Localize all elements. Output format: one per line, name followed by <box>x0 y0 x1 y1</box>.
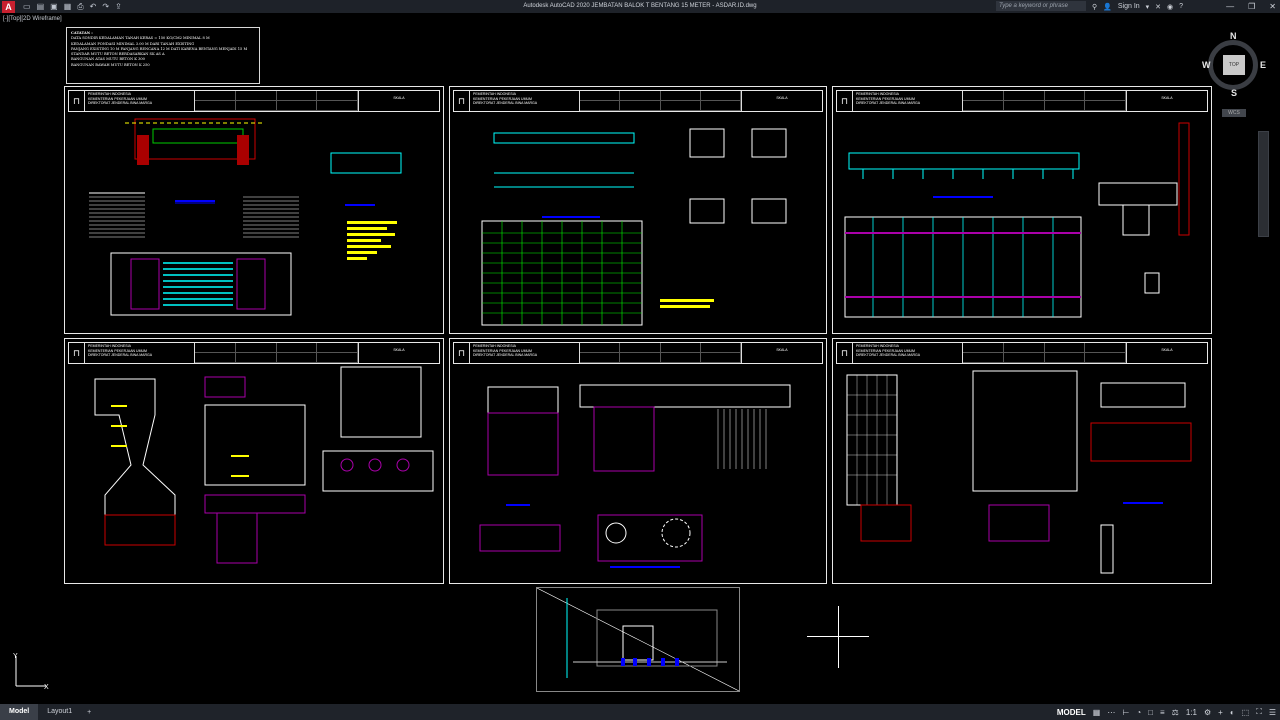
annotation-scale-icon[interactable]: ⚖ <box>1172 708 1179 717</box>
cad-geometry <box>833 365 1211 583</box>
crosshair-cursor-vertical <box>838 606 839 668</box>
clean-screen-icon[interactable]: ⛶ <box>1256 707 1262 717</box>
drawing-sheet-2[interactable]: ⊓ PEMERINTAH INDONESIA KEMENTERIAN PEKERJ… <box>449 86 827 334</box>
ministry-logo-icon: ⊓ <box>454 91 470 111</box>
ministry-logo-icon: ⊓ <box>837 91 853 111</box>
compass-north[interactable]: N <box>1230 31 1237 41</box>
compass-west[interactable]: W <box>1202 60 1211 70</box>
svg-text:X: X <box>44 684 49 691</box>
polar-icon[interactable]: ◔ <box>1136 708 1141 717</box>
new-icon[interactable]: ▭ <box>23 1 31 13</box>
cad-geometry <box>65 113 443 333</box>
window-title: Autodesk AutoCAD 2020 JEMBATAN BALOK T B… <box>523 3 757 9</box>
compass-east[interactable]: E <box>1260 60 1266 70</box>
isolate-icon[interactable]: ◐ <box>1230 708 1235 717</box>
sheet-title-block: ⊓ PEMERINTAH INDONESIA KEMENTERIAN PEKERJ… <box>453 90 823 112</box>
ministry-logo-icon: ⊓ <box>69 343 85 363</box>
gear-icon[interactable]: ⚙ <box>1204 708 1211 717</box>
undo-icon[interactable]: ↶ <box>90 1 97 13</box>
status-bar: Model Layout1 + MODEL ▦ ⋯ ⊢ ◔ □ ≡ ⚖ 1:1 … <box>0 704 1280 720</box>
viewcube[interactable]: TOP N S E W <box>1202 31 1266 101</box>
plus-icon[interactable]: + <box>1218 708 1223 717</box>
title-bar: A ▭ ▤ ▣ ▦ ⎙ ↶ ↷ ⇪ Autodesk AutoCAD 2020 … <box>0 0 1280 13</box>
redo-icon[interactable]: ↷ <box>102 1 109 13</box>
minimize-icon[interactable]: — <box>1226 2 1234 11</box>
model-space-toggle[interactable]: MODEL <box>1057 708 1086 717</box>
help-icon[interactable]: ? <box>1179 3 1183 10</box>
cart-icon[interactable]: ▾ <box>1146 3 1150 11</box>
drawing-sheet-3[interactable]: ⊓ PEMERINTAH INDONESIA KEMENTERIAN PEKERJ… <box>832 86 1212 334</box>
annotation-scale[interactable]: 1:1 <box>1186 708 1197 717</box>
a360-icon[interactable]: ◉ <box>1167 3 1173 11</box>
drawing-sheet-1[interactable]: ⊓ PEMERINTAH INDONESIA KEMENTERIAN PEKERJ… <box>64 86 444 334</box>
saveas-icon[interactable]: ▦ <box>64 1 72 13</box>
cad-geometry <box>450 113 826 333</box>
sheet-title-block: ⊓ PEMERINTAH INDONESIA KEMENTERIAN PEKERJ… <box>68 342 440 364</box>
drawing-sheet-5[interactable]: ⊓ PEMERINTAH INDONESIA KEMENTERIAN PEKERJ… <box>449 338 827 584</box>
wcs-menu-button[interactable]: WCS <box>1222 109 1246 117</box>
ucs-icon: Y X <box>10 652 55 692</box>
close-icon[interactable]: ✕ <box>1269 2 1276 11</box>
compass-south[interactable]: S <box>1231 88 1237 98</box>
osnap-icon[interactable]: □ <box>1148 708 1153 717</box>
drawing-sheet-6[interactable]: ⊓ PEMERINTAH INDONESIA KEMENTERIAN PEKERJ… <box>832 338 1212 584</box>
open-icon[interactable]: ▤ <box>37 1 45 13</box>
snap-icon[interactable]: ⋯ <box>1107 708 1115 717</box>
exchange-icon[interactable]: ✕ <box>1155 3 1161 11</box>
cad-geometry <box>537 588 739 691</box>
search-input[interactable]: Type a keyword or phrase <box>996 1 1086 11</box>
customize-icon[interactable]: ☰ <box>1269 708 1276 717</box>
autocad-logo[interactable]: A <box>2 0 15 13</box>
viewcube-top-face[interactable]: TOP <box>1223 55 1245 75</box>
lineweight-icon[interactable]: ≡ <box>1160 708 1165 717</box>
cad-geometry <box>450 365 826 583</box>
notes-line: BANGUNAN BAWAH MUTU BETON K 250 <box>71 62 150 67</box>
ministry-logo-icon: ⊓ <box>454 343 470 363</box>
user-icon[interactable]: 👤 <box>1103 3 1112 11</box>
binoculars-icon[interactable]: ⚲ <box>1092 3 1097 11</box>
notes-box: CATATAN : DATA SONDIR KEDALAMAN TANAH KE… <box>66 27 260 84</box>
hardware-accel-icon[interactable]: ⬚ <box>1242 708 1250 717</box>
ortho-icon[interactable]: ⊢ <box>1122 708 1129 717</box>
sheet-title-block: ⊓ PEMERINTAH INDONESIA KEMENTERIAN PEKERJ… <box>836 90 1208 112</box>
restore-icon[interactable]: ❐ <box>1248 2 1255 11</box>
svg-text:Y: Y <box>13 653 18 660</box>
add-layout-button[interactable]: + <box>81 709 97 716</box>
drawing-sheet-4[interactable]: ⊓ PEMERINTAH INDONESIA KEMENTERIAN PEKERJ… <box>64 338 444 584</box>
tab-model[interactable]: Model <box>0 704 39 720</box>
ministry-logo-icon: ⊓ <box>69 91 85 111</box>
cad-geometry <box>65 365 443 583</box>
plot-icon[interactable]: ⎙ <box>77 1 83 13</box>
quick-access-toolbar: ▭ ▤ ▣ ▦ ⎙ ↶ ↷ ⇪ <box>23 1 122 13</box>
tab-layout1[interactable]: Layout1 <box>38 704 81 720</box>
sheet-title-block: ⊓ PEMERINTAH INDONESIA KEMENTERIAN PEKERJ… <box>453 342 823 364</box>
sheet-title-block: ⊓ PEMERINTAH INDONESIA KEMENTERIAN PEKERJ… <box>68 90 440 112</box>
save-icon[interactable]: ▣ <box>50 1 58 13</box>
sign-in-link[interactable]: Sign In <box>1118 3 1140 10</box>
viewport-label[interactable]: [-][Top][2D Wireframe] <box>3 16 62 22</box>
grid-icon[interactable]: ▦ <box>1093 708 1101 717</box>
sheet-title-block: ⊓ PEMERINTAH INDONESIA KEMENTERIAN PEKERJ… <box>836 342 1208 364</box>
ministry-logo-icon: ⊓ <box>837 343 853 363</box>
cad-geometry <box>833 113 1211 333</box>
drawing-sheet-7[interactable] <box>536 587 740 692</box>
share-icon[interactable]: ⇪ <box>115 1 122 13</box>
navigation-bar[interactable] <box>1258 131 1269 237</box>
